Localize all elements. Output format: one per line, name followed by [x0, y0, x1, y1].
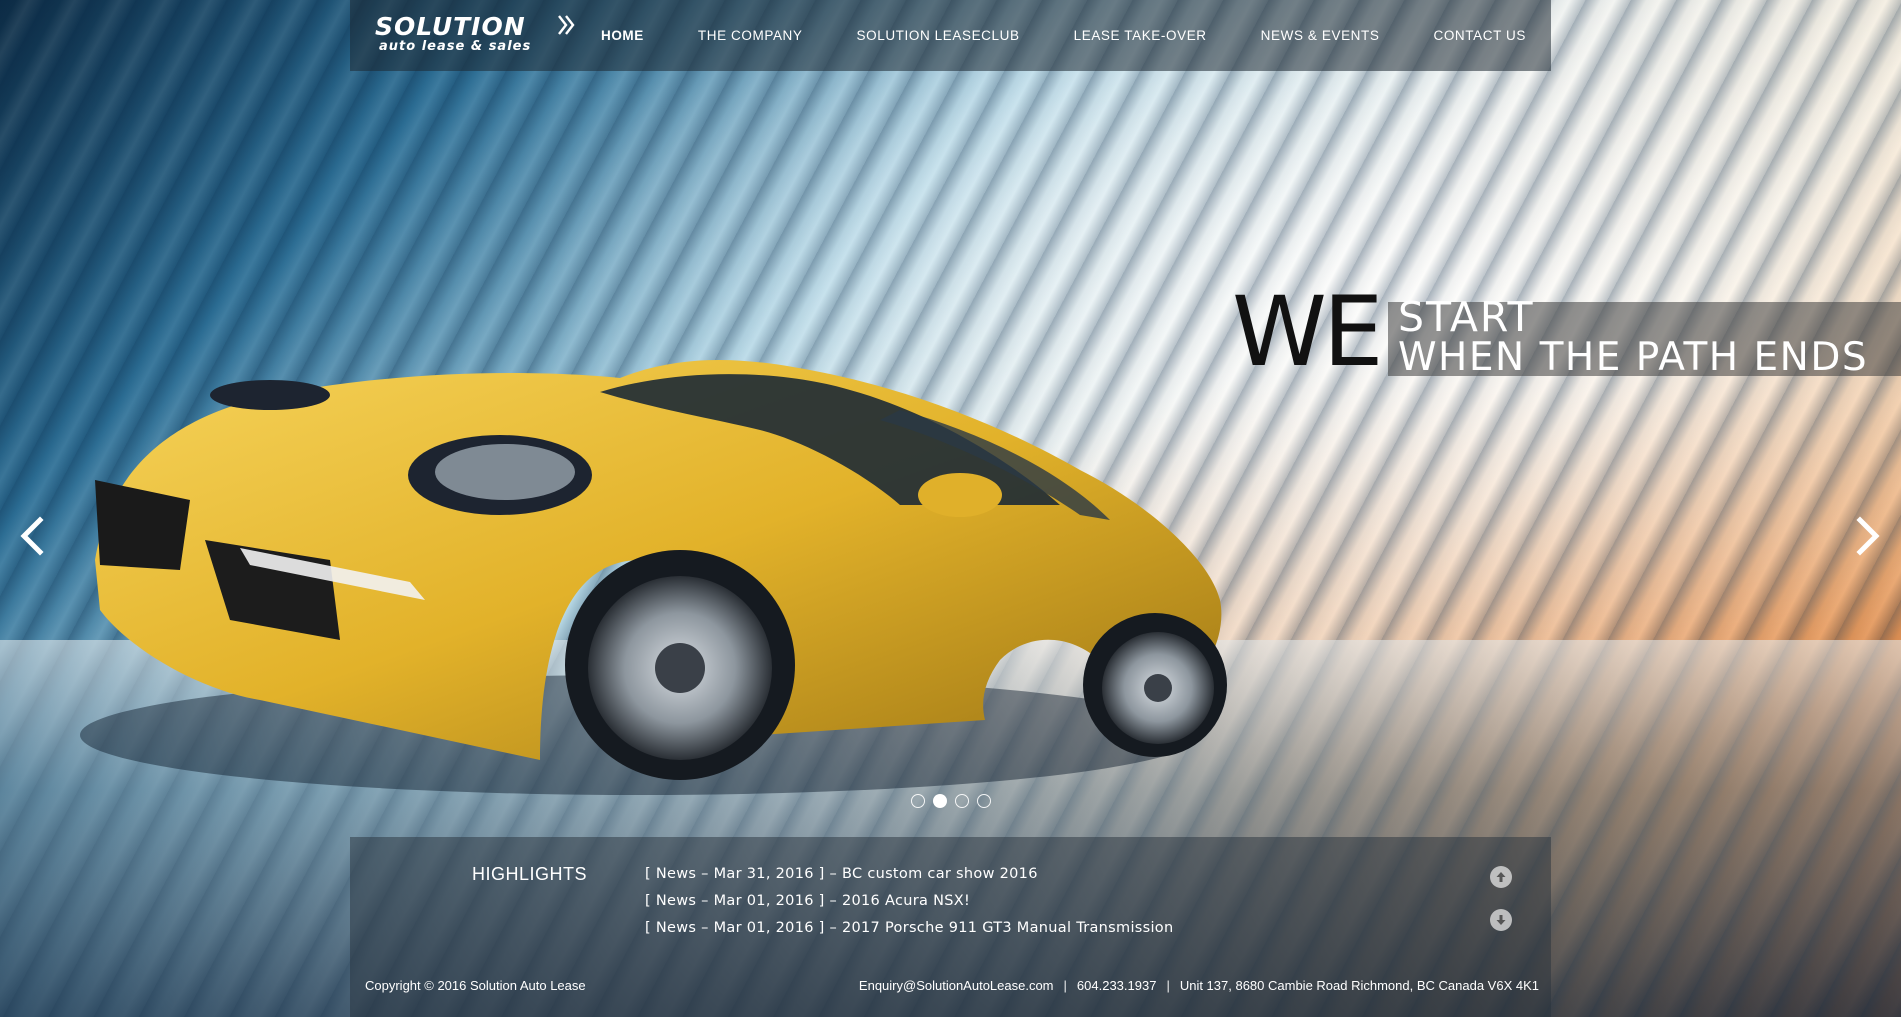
chevron-left-icon — [20, 516, 44, 556]
highlights-panel: HIGHLIGHTS [ News – Mar 31, 2016 ] – BC … — [350, 837, 1551, 1017]
tagline-big-word: WE — [1232, 276, 1384, 388]
contact-email-link[interactable]: Enquiry@SolutionAutoLease.com — [859, 978, 1054, 993]
contact-address: Unit 137, 8680 Cambie Road Richmond, BC … — [1179, 978, 1539, 993]
arrow-down-icon — [1496, 915, 1506, 925]
footer-separator: | — [1166, 978, 1170, 993]
site-header: SOLUTION auto lease & sales HOME THE COM… — [350, 0, 1551, 71]
copyright-text: Copyright © 2016 Solution Auto Lease — [365, 978, 586, 993]
tagline-line-1: START — [1398, 293, 1535, 341]
slider-dot-4[interactable] — [977, 794, 991, 808]
nav-solution-leaseclub[interactable]: SOLUTION LEASECLUB — [857, 28, 1020, 43]
slider-dot-1[interactable] — [911, 794, 925, 808]
highlight-item[interactable]: [ News – Mar 01, 2016 ] – 2016 Acura NSX… — [645, 888, 1173, 915]
slider-prev-button[interactable] — [14, 514, 50, 558]
highlight-item[interactable]: [ News – Mar 31, 2016 ] – BC custom car … — [645, 861, 1173, 888]
logo-wordmark: SOLUTION — [375, 12, 526, 41]
nav-home[interactable]: HOME — [601, 28, 644, 43]
slider-dot-3[interactable] — [955, 794, 969, 808]
chevron-right-icon — [1856, 516, 1880, 556]
nav-lease-take-over[interactable]: LEASE TAKE-OVER — [1074, 28, 1207, 43]
nav-news-events[interactable]: NEWS & EVENTS — [1261, 28, 1380, 43]
nav-contact-us[interactable]: CONTACT US — [1433, 28, 1526, 43]
footer-separator: | — [1063, 978, 1067, 993]
site-logo[interactable]: SOLUTION auto lease & sales — [375, 12, 585, 56]
main-nav: HOME THE COMPANY SOLUTION LEASECLUB LEAS… — [601, 0, 1526, 71]
logo-tagline: auto lease & sales — [379, 39, 532, 54]
highlight-item[interactable]: [ News – Mar 01, 2016 ] – 2017 Porsche 9… — [645, 915, 1173, 942]
slider-dot-2[interactable] — [933, 794, 947, 808]
highlights-title: HIGHLIGHTS — [472, 864, 588, 884]
highlights-scroll-up-button[interactable] — [1490, 866, 1512, 888]
tagline-line-2: WHEN THE PATH ENDS — [1398, 335, 1869, 380]
slider-next-button[interactable] — [1850, 514, 1886, 558]
arrow-up-icon — [1496, 872, 1506, 882]
slider-pagination — [911, 794, 991, 808]
highlights-list: [ News – Mar 31, 2016 ] – BC custom car … — [645, 861, 1173, 942]
contact-phone: 604.233.1937 — [1076, 978, 1157, 993]
highlights-scroll-down-button[interactable] — [1490, 909, 1512, 931]
nav-the-company[interactable]: THE COMPANY — [698, 28, 803, 43]
contact-info: Enquiry@SolutionAutoLease.com | 604.233.… — [859, 978, 1539, 993]
chevrons-icon — [558, 15, 575, 35]
